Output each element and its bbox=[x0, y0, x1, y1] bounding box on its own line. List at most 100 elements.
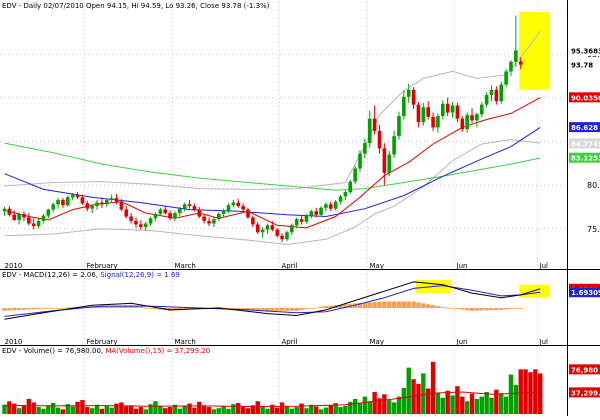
macd-histogram-bar bbox=[255, 308, 260, 311]
volume-bar bbox=[425, 388, 431, 414]
candle-body bbox=[280, 235, 284, 240]
volume-bar bbox=[128, 405, 134, 414]
macd-histogram-bar bbox=[236, 308, 241, 309]
y-tick-label: 75.0 bbox=[587, 225, 600, 234]
volume-bar bbox=[445, 390, 450, 414]
candle-body bbox=[314, 211, 318, 215]
volume-bar bbox=[138, 407, 144, 414]
volume-bar bbox=[21, 405, 27, 414]
candle-body bbox=[387, 154, 392, 173]
candle-body bbox=[260, 229, 265, 233]
candle-body bbox=[450, 105, 455, 113]
macd-histogram-bar bbox=[387, 301, 392, 308]
macd-histogram-bar bbox=[99, 306, 105, 308]
candle-body bbox=[285, 232, 289, 240]
macd-histogram-bar bbox=[469, 308, 475, 311]
candle-body bbox=[499, 84, 504, 102]
volume-bar bbox=[338, 407, 343, 414]
candle-body bbox=[207, 220, 211, 224]
volume-bar bbox=[474, 398, 480, 414]
candle-body bbox=[479, 104, 484, 115]
volume-bar bbox=[494, 389, 499, 414]
candle-body bbox=[392, 136, 396, 155]
candle-body bbox=[382, 148, 387, 173]
candle-body bbox=[406, 89, 411, 97]
volume-bar bbox=[406, 367, 411, 414]
macd-histogram-bar bbox=[16, 308, 22, 311]
candle-body bbox=[328, 204, 333, 209]
macd-histogram-bar bbox=[513, 308, 519, 309]
candle-body bbox=[348, 181, 353, 193]
macd-histogram-bar bbox=[270, 308, 275, 311]
volume-bar bbox=[182, 406, 187, 414]
volume-bar bbox=[89, 408, 95, 414]
candle-body bbox=[56, 199, 60, 205]
volume-bar bbox=[328, 405, 333, 414]
volume-bar bbox=[163, 408, 168, 414]
candle-body bbox=[372, 118, 377, 131]
macd-histogram-bar bbox=[309, 308, 314, 309]
macd-histogram-bar bbox=[21, 308, 27, 310]
candle-body bbox=[173, 213, 177, 219]
candle-body bbox=[309, 211, 314, 216]
volume-bar bbox=[416, 383, 421, 414]
volume-bar bbox=[484, 391, 489, 414]
macd-histogram-bar bbox=[450, 308, 455, 309]
volume-bar bbox=[206, 407, 212, 414]
volume-bar bbox=[26, 398, 32, 414]
macd-histogram-bar bbox=[367, 302, 372, 308]
volume-bar bbox=[391, 402, 397, 414]
candle-body bbox=[119, 201, 124, 210]
candle-body bbox=[275, 229, 280, 236]
volume-bar bbox=[279, 402, 285, 414]
volume-header-ma: MA(Volume(),15) = 37,299.20 bbox=[105, 347, 210, 355]
volume-bar bbox=[109, 407, 114, 414]
candle-body bbox=[168, 213, 172, 219]
candle-body bbox=[36, 220, 41, 227]
candle-body bbox=[85, 203, 90, 209]
volume-bar bbox=[16, 408, 22, 414]
macd-histogram-bar bbox=[26, 308, 32, 310]
candle-body bbox=[27, 217, 31, 224]
macd-histogram-bar bbox=[51, 308, 56, 309]
candle-body bbox=[299, 219, 304, 222]
volume-bar bbox=[187, 403, 192, 414]
candle-body bbox=[46, 209, 51, 216]
macd-histogram-bar bbox=[499, 308, 504, 310]
candle-body bbox=[436, 116, 440, 128]
volume-bar bbox=[518, 369, 523, 414]
x-tick-label: March bbox=[175, 262, 196, 270]
candle-body bbox=[338, 196, 343, 202]
macd-histogram-bar bbox=[36, 308, 41, 310]
price-tag-text: 86.628 bbox=[571, 124, 598, 132]
candle-body bbox=[22, 213, 26, 218]
volume-bar bbox=[460, 396, 465, 414]
highlight-box bbox=[519, 12, 550, 90]
macd-histogram-bar bbox=[245, 308, 251, 310]
macd-histogram-bar bbox=[508, 308, 514, 309]
candle-body bbox=[441, 103, 445, 117]
candle-body bbox=[7, 208, 12, 215]
macd-histogram-bar bbox=[279, 308, 285, 311]
candle-body bbox=[148, 218, 153, 224]
macd-histogram-bar bbox=[2, 308, 7, 311]
macd-histogram-bar bbox=[460, 308, 465, 310]
volume-tag-text: 37,299.20 bbox=[571, 389, 600, 397]
x-tick-label: Jun bbox=[456, 262, 468, 270]
x-tick-label: May bbox=[370, 262, 384, 270]
volume-bar bbox=[7, 401, 12, 414]
volume-tag-text: 76,980 bbox=[571, 366, 598, 374]
candle-body bbox=[70, 194, 75, 198]
macd-histogram-bar bbox=[289, 308, 295, 311]
macd-histogram-bar bbox=[503, 308, 509, 310]
volume-bar bbox=[201, 405, 207, 414]
volume-bar bbox=[143, 409, 148, 414]
x-tick-label: Jun bbox=[456, 338, 468, 346]
x-tick-label: Jul bbox=[539, 338, 549, 346]
candle-body bbox=[324, 204, 328, 208]
volume-bar bbox=[479, 396, 484, 414]
volume-bar bbox=[430, 361, 436, 414]
candle-body bbox=[367, 118, 372, 144]
candle-body bbox=[17, 213, 21, 221]
volume-bar bbox=[265, 408, 270, 414]
